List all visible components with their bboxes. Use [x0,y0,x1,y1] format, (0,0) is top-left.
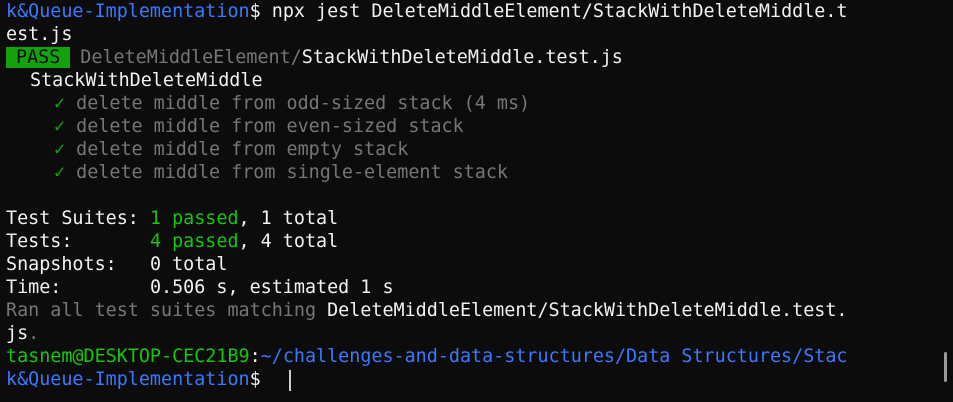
pass-line: PASS DeleteMiddleElement/StackWithDeleteM… [6,46,623,69]
scrollbar[interactable] [939,0,953,402]
ran-all-line-wrap: js. [6,322,39,345]
text-cursor [289,370,291,391]
summary-label: Test Suites: [6,208,150,229]
summary-passed: 4 passed [149,231,239,252]
shell-prompt-wrap[interactable]: k&Queue-Implementation$ [6,368,272,391]
check-icon: ✓ [54,139,66,160]
prompt-colon: : [249,346,261,367]
suite-name: StackWithDeleteMiddle [30,70,263,91]
summary-label: Tests: [6,231,150,252]
test-name: delete middle from odd-sized stack (4 ms… [76,93,531,114]
command-text: npx jest DeleteMiddleElement/StackWithDe… [271,1,848,22]
summary-time: Time: 0.506 s, estimated 1 s [6,276,394,299]
test-name: delete middle from single-element stack [76,162,508,183]
test-name: delete middle from even-sized stack [76,116,464,137]
test-result-row: ✓ delete middle from empty stack [54,138,408,161]
summary-tests: Tests: 4 passed, 4 total [6,230,338,253]
prompt-path-tail: k&Queue-Implementation [6,1,250,22]
summary-value: 0 total [149,254,228,275]
ran-prefix: Ran all test suites matching [6,300,328,321]
command-line-wrap: est.js [6,24,73,45]
test-name: delete middle from empty stack [76,139,409,160]
summary-snapshots: Snapshots: 0 total [6,253,227,276]
pass-file: StackWithDeleteMiddle.test.js [301,47,623,68]
test-result-row: ✓ delete middle from even-sized stack [54,115,464,138]
check-icon: ✓ [54,162,66,183]
command-line: k&Queue-Implementation$ npx jest DeleteM… [6,0,848,23]
summary-suites: Test Suites: 1 passed, 1 total [6,207,338,230]
ran-wrap: js [6,323,29,344]
check-icon: ✓ [54,116,66,137]
summary-label: Snapshots: [6,254,150,275]
pass-dir: DeleteMiddleElement/ [80,47,302,68]
shell-prompt: tasnem@DESKTOP-CEC21B9:~/challenges-and-… [6,345,848,368]
terminal-window[interactable]: k&Queue-Implementation$ npx jest DeleteM… [0,0,953,402]
prompt-path: ~/challenges-and-data-structures/Data St… [260,346,848,367]
prompt-symbol: $ [249,1,272,22]
summary-passed: 1 passed [149,208,239,229]
ran-pattern: DeleteMiddleElement/StackWithDeleteMiddl… [327,300,848,321]
summary-total: , 1 total [238,208,339,229]
ran-wrap-dot: . [28,323,40,344]
test-result-row: ✓ delete middle from odd-sized stack (4 … [54,92,530,115]
ran-all-line: Ran all test suites matching DeleteMiddl… [6,299,847,322]
test-result-row: ✓ delete middle from single-element stac… [54,161,508,184]
summary-label: Time: [6,277,150,298]
scrollbar-thumb[interactable] [944,352,947,382]
prompt-path-wrap: k&Queue-Implementation [6,369,250,390]
prompt-symbol: $ [249,369,272,390]
summary-total: , 4 total [238,231,339,252]
check-icon: ✓ [54,93,66,114]
prompt-user-host: tasnem@DESKTOP-CEC21B9 [6,346,250,367]
pass-badge: PASS [6,47,71,68]
summary-value: 0.506 s, estimated 1 s [149,277,394,298]
